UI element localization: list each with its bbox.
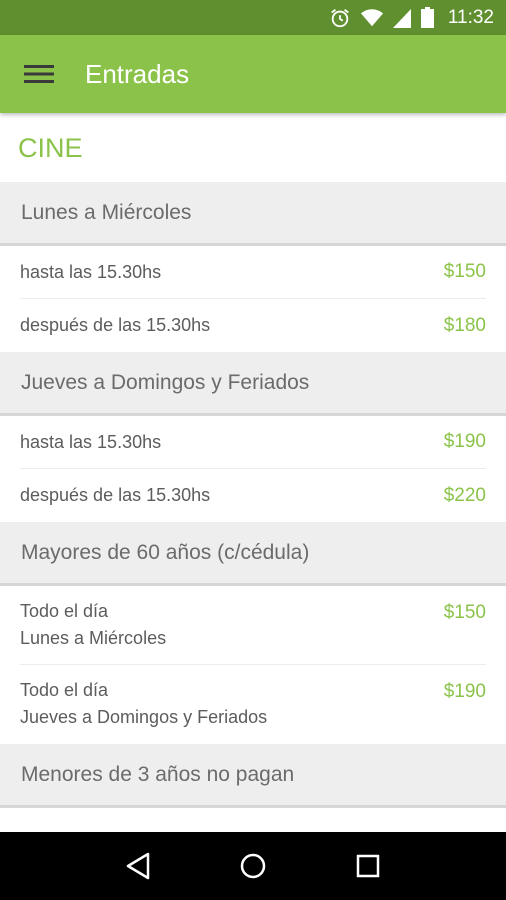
status-bar: 11:32 xyxy=(0,0,506,35)
price-value: $150 xyxy=(443,602,486,623)
back-icon[interactable] xyxy=(108,836,168,896)
section-title: CINE xyxy=(18,133,83,163)
price-label: después de las 15.30hs xyxy=(20,315,211,335)
price-label-line1: Todo el día xyxy=(20,680,109,700)
list-item: hasta las 15.30hs $150 xyxy=(20,246,486,299)
price-label: hasta las 15.30hs xyxy=(20,261,162,282)
battery-icon xyxy=(420,7,434,28)
price-label: Todo el día Jueves a Domingos y Feriados xyxy=(20,677,267,731)
list-item: Todo el día Lunes a Miércoles $150 xyxy=(20,586,486,665)
system-nav-bar xyxy=(0,832,506,900)
group-header: Mayores de 60 años (c/cédula) xyxy=(0,522,506,586)
price-value: $220 xyxy=(443,484,486,506)
price-label: Todo el día Lunes a Miércoles xyxy=(20,598,166,652)
alarm-icon xyxy=(329,7,351,29)
price-list[interactable]: CINE Lunes a Miércoles hasta las 15.30hs… xyxy=(0,113,506,832)
price-value: $190 xyxy=(443,681,486,702)
list-item: Todo el día Jueves a Domingos y Feriados… xyxy=(20,665,486,744)
hamburger-menu-icon[interactable] xyxy=(11,46,67,102)
price-value: $150 xyxy=(443,261,486,282)
page-title: Entradas xyxy=(85,58,190,89)
price-label: después de las 15.30hs xyxy=(20,485,211,505)
price-label: hasta las 15.30hs xyxy=(20,431,162,452)
price-label-line2: Jueves a Domingos y Feriados xyxy=(20,707,268,727)
list-item: después de las 15.30hs $180 xyxy=(20,299,486,352)
price-label-line1: Todo el día xyxy=(20,601,109,621)
recents-icon[interactable] xyxy=(338,836,398,896)
list-item: hasta las 15.30hs $190 xyxy=(20,416,486,469)
wifi-icon xyxy=(360,8,383,28)
home-icon[interactable] xyxy=(223,836,283,896)
group-header: Menores de 3 años no pagan xyxy=(0,744,506,808)
cell-signal-icon xyxy=(392,8,411,28)
status-time: 11:32 xyxy=(447,6,494,28)
group-header: Jueves a Domingos y Feriados xyxy=(0,352,506,416)
group-header: Lunes a Miércoles xyxy=(0,182,506,246)
list-item: después de las 15.30hs $220 xyxy=(20,469,486,522)
price-label-line2: Lunes a Miércoles xyxy=(20,628,167,648)
price-value: $180 xyxy=(443,314,486,336)
app-bar: Entradas xyxy=(0,35,506,113)
price-value: $190 xyxy=(443,431,486,452)
